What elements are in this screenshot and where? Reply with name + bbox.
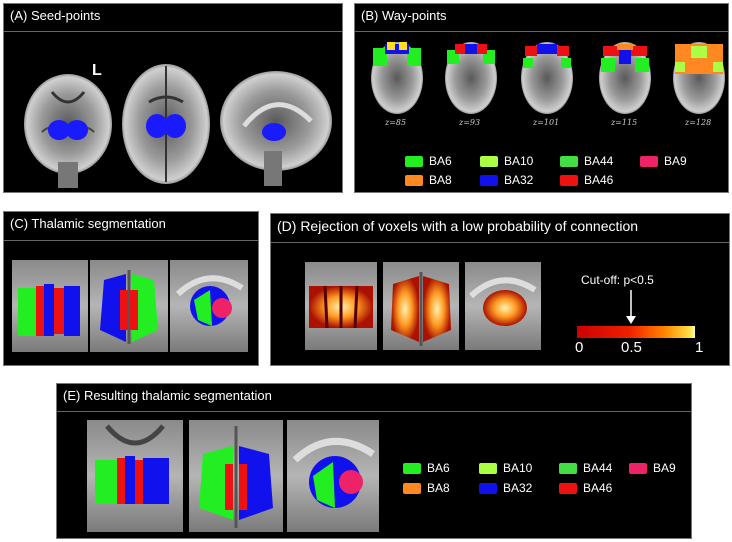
slice-label: z=85	[385, 118, 407, 127]
swatch	[559, 462, 577, 474]
axial-slice-z101	[521, 42, 573, 114]
coronal-brain-image	[24, 74, 112, 188]
sagittal-result-image	[287, 420, 379, 532]
swatch	[629, 462, 647, 474]
divider	[57, 411, 691, 412]
panel-a-title: (A) Seed-points	[10, 8, 101, 23]
panel-d-title: (D) Rejection of voxels with a low proba…	[277, 218, 639, 234]
cutoff-label: Cut-off: p<0.5	[581, 273, 654, 287]
axial-slice-z93	[445, 42, 497, 114]
legend-item-ba46: BA46	[559, 481, 612, 495]
legend-label: BA10	[503, 461, 533, 475]
color-scale-bar	[577, 326, 695, 338]
legend-label: BA32	[504, 173, 534, 187]
legend-item-ba8: BA8	[403, 481, 450, 495]
legend-label: BA8	[429, 173, 452, 187]
legend-label: BA8	[427, 481, 450, 495]
coronal-probability-image	[305, 262, 377, 350]
axial-segmentation-image	[90, 260, 168, 352]
legend-item-ba10: BA10	[479, 461, 532, 475]
panel-c-title: (C) Thalamic segmentation	[10, 216, 166, 231]
axial-slice-z128	[673, 42, 725, 114]
sagittal-brain-image	[220, 71, 332, 186]
slice-label: z=115	[611, 118, 638, 127]
swatch	[560, 155, 578, 167]
legend-item-ba44: BA44	[560, 154, 613, 168]
panel-seed-points: (A) Seed-points L	[3, 3, 343, 193]
legend-item-ba9: BA9	[629, 461, 676, 475]
legend-label: BA44	[583, 461, 613, 475]
legend-label: BA46	[584, 173, 614, 187]
swatch	[479, 462, 497, 474]
legend-label: BA6	[429, 154, 452, 168]
panel-e-title: (E) Resulting thalamic segmentation	[63, 388, 272, 403]
sagittal-probability-image	[465, 262, 541, 350]
legend-item-ba46: BA46	[560, 173, 613, 187]
scale-max-label: 1	[695, 339, 704, 356]
panel-b-title: (B) Way-points	[361, 8, 447, 23]
axial-result-image	[189, 420, 283, 532]
swatch	[405, 174, 423, 186]
slice-label: z=93	[459, 118, 481, 127]
coronal-result-image	[87, 420, 183, 532]
divider	[4, 240, 258, 241]
scale-min-label: 0	[575, 339, 584, 356]
legend-label: BA46	[583, 481, 613, 495]
legend-item-ba10: BA10	[480, 154, 533, 168]
coronal-segmentation-image	[12, 260, 88, 352]
divider	[271, 242, 729, 243]
legend-label: BA32	[503, 481, 533, 495]
legend-item-ba6: BA6	[405, 154, 452, 168]
legend-label: BA10	[504, 154, 534, 168]
scale-mid-label: 0.5	[621, 339, 642, 356]
panel-resulting-segmentation: (E) Resulting thalamic segmentation BA6 …	[56, 383, 692, 539]
swatch	[559, 482, 577, 494]
divider	[4, 31, 342, 32]
legend-item-ba32: BA32	[479, 481, 532, 495]
axial-probability-image	[383, 262, 459, 350]
legend-item-ba9: BA9	[640, 154, 687, 168]
swatch	[403, 462, 421, 474]
axial-brain-image	[122, 64, 210, 184]
cutoff-arrow	[626, 290, 636, 324]
legend-label: BA44	[584, 154, 614, 168]
axial-slice-z85	[371, 42, 423, 114]
slice-label: z=101	[533, 118, 560, 127]
legend-label: BA9	[653, 461, 676, 475]
sagittal-segmentation-image	[170, 260, 248, 352]
swatch	[480, 174, 498, 186]
swatch	[480, 155, 498, 167]
legend-item-ba44: BA44	[559, 461, 612, 475]
swatch	[640, 155, 658, 167]
divider	[355, 31, 728, 32]
panel-way-points: (B) Way-points z=85 z=93 z=101 z=115 z=1…	[354, 3, 729, 193]
legend-label: BA9	[664, 154, 687, 168]
swatch	[405, 155, 423, 167]
legend-item-ba32: BA32	[480, 173, 533, 187]
legend-label: BA6	[427, 461, 450, 475]
axial-slice-z115	[599, 42, 651, 114]
legend-item-ba8: BA8	[405, 173, 452, 187]
legend-item-ba6: BA6	[403, 461, 450, 475]
slice-label: z=128	[685, 118, 712, 127]
panel-rejection: (D) Rejection of voxels with a low proba…	[270, 213, 730, 366]
swatch	[560, 174, 578, 186]
swatch	[403, 482, 421, 494]
swatch	[479, 482, 497, 494]
panel-thalamic-segmentation: (C) Thalamic segmentation	[3, 211, 259, 366]
